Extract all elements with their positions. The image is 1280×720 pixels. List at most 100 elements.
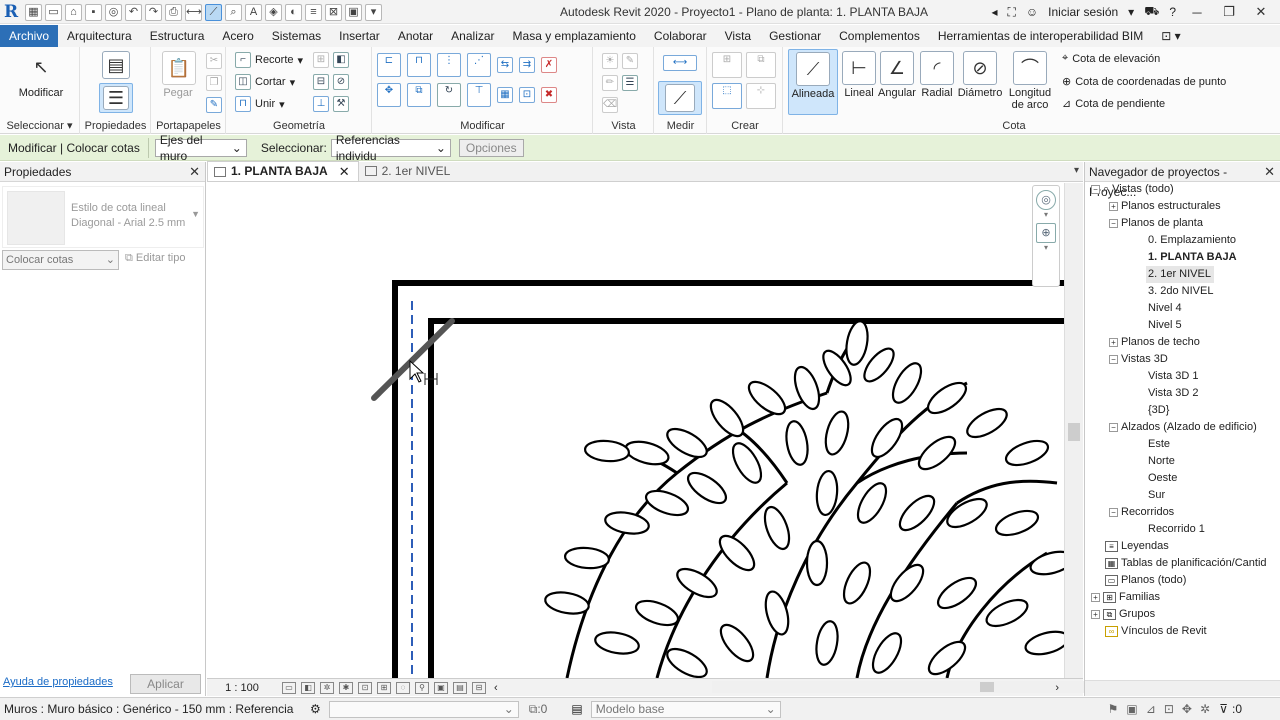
eraser-icon[interactable]: ⌫	[602, 97, 618, 113]
tree-item-active[interactable]: 1. PLANTA BAJA	[1148, 249, 1237, 266]
browser-horizontal-scrollbar[interactable]	[1085, 680, 1280, 696]
aligned-dimension-icon[interactable]: ⟋	[205, 3, 222, 21]
analysis-icon[interactable]: ▤	[453, 681, 467, 694]
reference-select[interactable]: Ejes del muro ⌄	[154, 133, 247, 163]
tab-vista[interactable]: Vista	[716, 25, 760, 47]
tree-item[interactable]: ∞ Vínculos de Revit	[1105, 623, 1207, 640]
tab-interoperabilidad[interactable]: Herramientas de interoperabilidad BIM	[929, 25, 1152, 47]
zoom-icon[interactable]: ⊕	[1036, 223, 1056, 243]
redo-icon[interactable]: ↷	[145, 3, 162, 21]
close-icon[interactable]: ✕	[1264, 162, 1275, 182]
unpin-icon[interactable]: ✗	[541, 57, 557, 73]
inner-wall[interactable]	[428, 318, 1064, 678]
tree-item[interactable]: − Recorridos	[1109, 504, 1174, 521]
tab-sistemas[interactable]: Sistemas	[263, 25, 330, 47]
chevron-down-icon[interactable]: ▾	[1128, 5, 1134, 19]
tree-item[interactable]: 3. 2do NIVEL	[1148, 283, 1213, 300]
collapse-icon[interactable]: −	[1109, 355, 1118, 364]
switch-windows-icon[interactable]: ▣	[345, 3, 362, 21]
temp-hide-icon[interactable]: ◌	[396, 681, 410, 694]
worksets-icon[interactable]: ⚙	[310, 702, 321, 716]
measure-icon[interactable]: ⟷	[185, 3, 202, 21]
tree-item[interactable]: Oeste	[1148, 470, 1177, 487]
nav-back-icon[interactable]: ◂	[991, 5, 997, 19]
select-by-face-icon[interactable]: ⊡	[1164, 702, 1174, 716]
hammer-icon[interactable]: ⚒	[333, 96, 349, 112]
tree-item[interactable]: − Planos de planta	[1109, 215, 1203, 232]
scrollbar-thumb[interactable]	[980, 682, 994, 692]
opciones-button[interactable]: Opciones	[458, 138, 524, 157]
new-file-icon[interactable]: ▭	[45, 3, 62, 21]
tree-item[interactable]: ▦ Tablas de planificación/Cantid	[1105, 555, 1267, 572]
view-scale[interactable]: 1 : 100	[207, 682, 277, 694]
expand-icon[interactable]: +	[1109, 202, 1118, 211]
copy-icon[interactable]: ❐	[206, 75, 222, 91]
properties-button[interactable]: ☰	[99, 83, 133, 113]
tab-list-icon[interactable]: ▾	[1074, 165, 1079, 176]
type-selector[interactable]: Estilo de cota lineal Diagonal - Arial 2…	[2, 186, 204, 248]
collapse-icon[interactable]: −	[1109, 423, 1118, 432]
cota-elevacion-button[interactable]: ⌖ Cota de elevación	[1062, 52, 1160, 65]
copy-small-icon[interactable]: ⇉	[519, 57, 535, 73]
detail-level-icon[interactable]: ▭	[282, 681, 296, 694]
open-folder-icon[interactable]: ⌂	[65, 3, 82, 21]
paint-icon[interactable]: ◧	[333, 52, 349, 68]
modificar-button[interactable]: ↖ Modificar	[16, 51, 66, 99]
split-face-icon[interactable]: ⊟	[313, 74, 329, 90]
drag-elements-icon[interactable]: ✥	[1182, 702, 1192, 716]
minimize-button[interactable]: ─	[1186, 5, 1208, 20]
tab-insertar[interactable]: Insertar	[330, 25, 389, 47]
match-properties-icon[interactable]: ✎	[206, 97, 222, 113]
tab-estructura[interactable]: Estructura	[141, 25, 214, 47]
tree-item[interactable]: ▭ Planos (todo)	[1105, 572, 1186, 589]
tab-analizar[interactable]: Analizar	[442, 25, 503, 47]
select-links-icon[interactable]: ⚑	[1108, 702, 1119, 716]
steering-wheel-icon[interactable]: ◎	[1036, 190, 1056, 210]
tree-item[interactable]: Este	[1148, 436, 1170, 453]
tab-archivo[interactable]: Archivo	[0, 25, 59, 47]
tab-1er-nivel[interactable]: 2. 1er NIVEL	[359, 161, 459, 181]
collapse-icon[interactable]: −	[1091, 185, 1100, 194]
line-style-icon[interactable]: ☰	[622, 75, 638, 91]
longitud-arco-button[interactable]: ⌒ Longitud de arco	[1006, 51, 1054, 111]
tree-item[interactable]: Norte	[1148, 453, 1175, 470]
tab-gestionar[interactable]: Gestionar	[760, 25, 830, 47]
tree-item[interactable]: + ⧉ Grupos	[1091, 606, 1155, 623]
tree-item[interactable]: Nivel 4	[1148, 300, 1182, 317]
alineada-button[interactable]: ⟋ Alineada	[788, 49, 838, 115]
recorte-button[interactable]: ⌐ Recorte ▾	[235, 52, 303, 68]
tree-item[interactable]: + Planos de techo	[1109, 334, 1200, 351]
override-icon[interactable]: ✎	[622, 53, 638, 69]
chevron-down-icon[interactable]: ▾	[1033, 210, 1059, 219]
diametro-button[interactable]: ⊘ Diámetro	[956, 51, 1004, 99]
settings-icon[interactable]: ✲	[1200, 702, 1210, 716]
save-icon[interactable]: ▪	[85, 3, 102, 21]
binoculars-icon[interactable]: ⛶	[1007, 5, 1015, 20]
tree-item[interactable]: ≡ Leyendas	[1105, 538, 1169, 555]
expand-icon[interactable]: +	[1091, 610, 1100, 619]
design-options-icon[interactable]: ▤	[571, 702, 582, 716]
pegar-button[interactable]: 📋 Pegar	[162, 51, 196, 99]
tree-item[interactable]: Recorrido 1	[1148, 521, 1205, 538]
help-icon[interactable]: ?	[1169, 5, 1176, 19]
tree-item[interactable]: − Alzados (Alzado de edificio)	[1109, 419, 1257, 436]
revit-logo[interactable]: R	[4, 3, 22, 21]
scrollbar-thumb[interactable]	[1068, 423, 1080, 441]
customize-qat-icon[interactable]: ▾	[365, 3, 382, 21]
restore-button[interactable]: ❐	[1218, 4, 1240, 20]
tree-item[interactable]: + ⊞ Familias	[1091, 589, 1160, 606]
lineal-button[interactable]: ⊢ Lineal	[840, 51, 878, 99]
tree-item[interactable]: Vista 3D 2	[1148, 385, 1199, 402]
model-group-icon[interactable]: ⧉	[746, 52, 776, 78]
tab-arquitectura[interactable]: Arquitectura	[58, 25, 141, 47]
ribbon-options-icon[interactable]: ⊡ ▾	[1152, 25, 1189, 47]
angular-button[interactable]: ∠ Angular	[876, 51, 918, 99]
component-icon[interactable]: ⊞	[712, 52, 742, 78]
tag-icon[interactable]: ⌕	[225, 3, 242, 21]
info-center-icon[interactable]: ▦	[25, 3, 42, 21]
section-icon[interactable]: ◐	[285, 3, 302, 21]
array-icon[interactable]: ▦	[497, 87, 513, 103]
workset-select[interactable]: ⌄	[328, 700, 519, 718]
constraints-icon[interactable]: ⊟	[472, 681, 486, 694]
tree-item-selected[interactable]: 2. 1er NIVEL	[1146, 266, 1214, 283]
